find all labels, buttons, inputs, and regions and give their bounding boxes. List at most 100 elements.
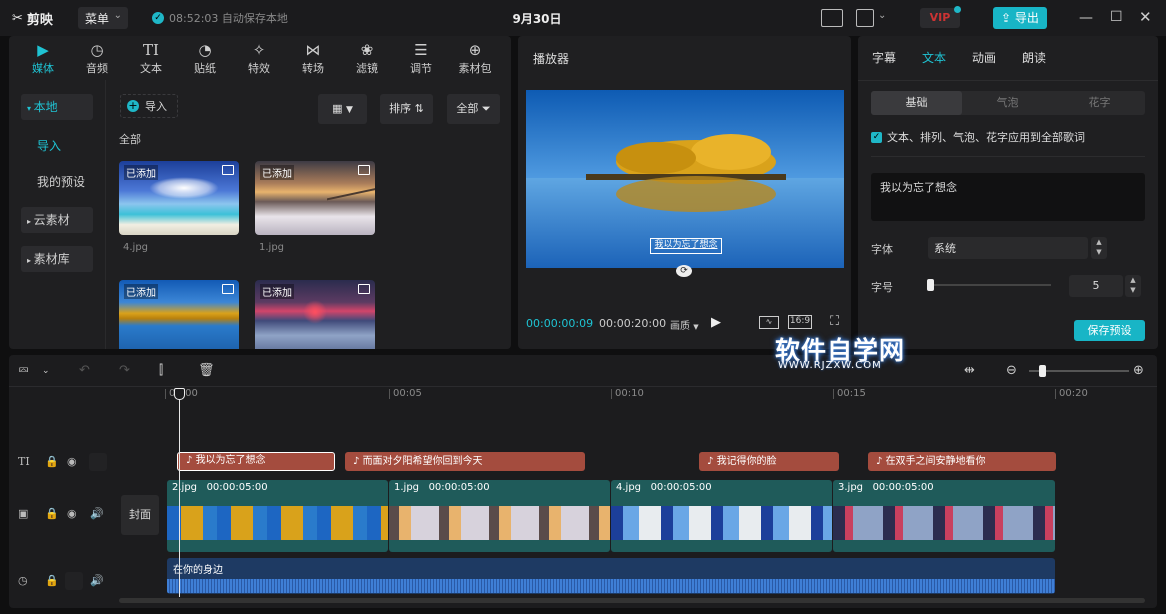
export-button[interactable]: ⇪ 导出 (993, 7, 1047, 29)
close-icon[interactable]: ✕ (1139, 8, 1152, 26)
lock-icon[interactable]: 🔒 (45, 455, 59, 468)
apply-all-label: 文本、排列、气泡、花字应用到全部歌词 (887, 131, 1085, 144)
media-thumbnail[interactable]: 已添加 (255, 161, 375, 235)
playhead[interactable] (179, 389, 180, 597)
media-thumbnail[interactable]: 已添加 (255, 280, 375, 349)
minimize-icon[interactable]: — (1079, 10, 1093, 26)
time-ruler[interactable]: 00:00 00:05 00:10 00:15 00:20 (117, 387, 1157, 409)
playhead-handle[interactable] (174, 388, 185, 400)
clip-duration: 00:00:05:00 (872, 482, 934, 493)
volume-icon[interactable]: 🔊 (90, 574, 104, 587)
size-slider[interactable] (927, 279, 1051, 291)
volume-icon[interactable]: 🔊 (90, 507, 104, 520)
size-input[interactable]: 5 (1069, 275, 1123, 297)
sun-shape (303, 300, 327, 324)
apply-all-checkbox[interactable]: ✓ 文本、排列、气泡、花字应用到全部歌词 (871, 129, 1085, 145)
quality-dropdown[interactable]: 画质 ▼ (670, 317, 699, 332)
video-clip[interactable]: 3.jpg 00:00:05:00 (833, 480, 1055, 552)
zoom-slider[interactable] (1029, 365, 1129, 377)
maximize-icon[interactable]: ☐ (1110, 9, 1123, 25)
sort-button[interactable]: 排序 ⇅ (380, 94, 433, 124)
tab-effects[interactable]: ✧ 特效 (232, 36, 286, 80)
eye-icon[interactable]: ◉ (67, 455, 77, 468)
video-track-header: ▣ 🔒 ◉ 🔊 (9, 501, 117, 531)
layout-chevron-icon[interactable]: ⌄ (878, 10, 886, 21)
media-thumbnail[interactable]: 已添加 (119, 161, 239, 235)
sidebar-item-my-presets[interactable]: 我的预设 (21, 169, 93, 195)
timeline-scrollbar[interactable] (119, 598, 1145, 603)
layout-icon[interactable] (856, 9, 874, 27)
eye-icon[interactable]: ◉ (67, 507, 77, 520)
tab-package[interactable]: ⊕ 素材包 (448, 36, 502, 80)
sidebar-item-import[interactable]: 导入 (21, 133, 93, 159)
text-input[interactable]: 我以为忘了想念 (871, 173, 1145, 221)
split-icon[interactable]: ⫿ (159, 363, 163, 378)
lock-icon[interactable]: 🔒 (45, 574, 59, 587)
tab-filter[interactable]: ❀ 滤镜 (340, 36, 394, 80)
filter-button[interactable]: 全部 ⏷ (447, 94, 500, 124)
tab-subtitle[interactable]: 字幕 (872, 49, 896, 66)
subtitle-overlay[interactable]: 我以为忘了想念 (650, 238, 722, 254)
font-select[interactable]: 系统 (928, 237, 1088, 259)
zoom-out-icon[interactable]: ⊖ (1006, 363, 1017, 378)
font-stepper[interactable]: ▲ ▼ (1091, 237, 1107, 259)
tab-audio[interactable]: ◷ 音频 (70, 36, 124, 80)
text-clip[interactable]: ♪ 而面对夕阳希望你回到今天 (345, 452, 585, 471)
video-clip[interactable]: 1.jpg 00:00:05:00 (389, 480, 610, 552)
tab-text[interactable]: TI 文本 (124, 36, 178, 80)
media-thumbnail[interactable]: 已添加 (119, 280, 239, 349)
text-clip[interactable]: ♪ 我记得你的脸 (699, 452, 839, 471)
cover-button[interactable]: 封面 (121, 495, 159, 535)
tab-transition[interactable]: ⋈ 转场 (286, 36, 340, 80)
sidebar-item-local[interactable]: ▾ 本地 (21, 94, 93, 120)
tab-sticker[interactable]: ◔ 贴纸 (178, 36, 232, 80)
split-track-icon[interactable]: ⇹ (964, 363, 975, 378)
tab-label: 文本 (140, 62, 162, 75)
fullscreen-icon[interactable]: ⛶ (830, 314, 839, 329)
play-icon[interactable]: ▶ (711, 315, 721, 330)
text-clip[interactable]: ♪ 我以为忘了想念 (177, 452, 335, 471)
track-toggle[interactable] (65, 572, 83, 590)
text-clip[interactable]: ♪ 在双手之间安静地看你 (868, 452, 1056, 471)
audio-clip[interactable]: 在你的身边 (167, 558, 1055, 594)
aspect-ratio-button[interactable]: 16:9 (788, 315, 812, 329)
sidebar-item-library[interactable]: ▸ 素材库 (21, 246, 93, 272)
undo-icon[interactable]: ↶ (79, 363, 90, 378)
size-stepper[interactable]: ▲ ▼ (1125, 275, 1141, 297)
segment-fancy-text[interactable]: 花字 (1054, 91, 1145, 115)
fence-shape (327, 187, 375, 223)
video-clip[interactable]: 2.jpg 00:00:05:00 (167, 480, 388, 552)
video-preview[interactable]: 我以为忘了想念 (526, 90, 844, 268)
tab-label: 贴纸 (194, 62, 216, 75)
tab-adjust[interactable]: ☰ 调节 (394, 36, 448, 80)
video-clip[interactable]: 4.jpg 00:00:05:00 (611, 480, 832, 552)
select-tool-icon[interactable]: ⮹ (18, 363, 29, 379)
added-badge: 已添加 (260, 165, 294, 180)
waveform-icon[interactable]: ∿ (759, 316, 779, 329)
segment-basic[interactable]: 基础 (871, 91, 962, 115)
tab-read-aloud[interactable]: 朗读 (1022, 49, 1046, 66)
segment-bubble[interactable]: 气泡 (962, 91, 1053, 115)
audio-waveform (167, 579, 1055, 593)
chevron-down-icon[interactable]: ⌄ (42, 366, 50, 376)
tab-media[interactable]: ▶ 媒体 (16, 36, 70, 80)
keyboard-icon[interactable] (821, 9, 843, 27)
view-mode-button[interactable]: ▦ ▼ (318, 94, 367, 124)
tab-animation[interactable]: 动画 (972, 49, 996, 66)
sidebar-item-cloud[interactable]: ▸ 云素材 (21, 207, 93, 233)
tab-text-props[interactable]: 文本 (922, 49, 946, 66)
track-toggle[interactable] (89, 453, 107, 471)
import-button[interactable]: + 导入 (120, 94, 178, 118)
zoom-handle[interactable] (1039, 365, 1046, 377)
zoom-in-icon[interactable]: ⊕ (1133, 363, 1144, 378)
lock-icon[interactable]: 🔒 (45, 507, 59, 520)
added-badge: 已添加 (124, 165, 158, 180)
rotate-icon[interactable]: ⟳ (676, 265, 692, 277)
redo-icon[interactable]: ↷ (119, 363, 130, 378)
save-preset-button[interactable]: 保存预设 (1074, 320, 1145, 341)
text-track-header: TI 🔒 ◉ (9, 449, 117, 479)
slider-handle[interactable] (927, 279, 934, 291)
clip-frames (389, 498, 610, 552)
sort-icon: ⇅ (414, 102, 424, 115)
delete-icon[interactable]: 🗑 (198, 363, 215, 378)
